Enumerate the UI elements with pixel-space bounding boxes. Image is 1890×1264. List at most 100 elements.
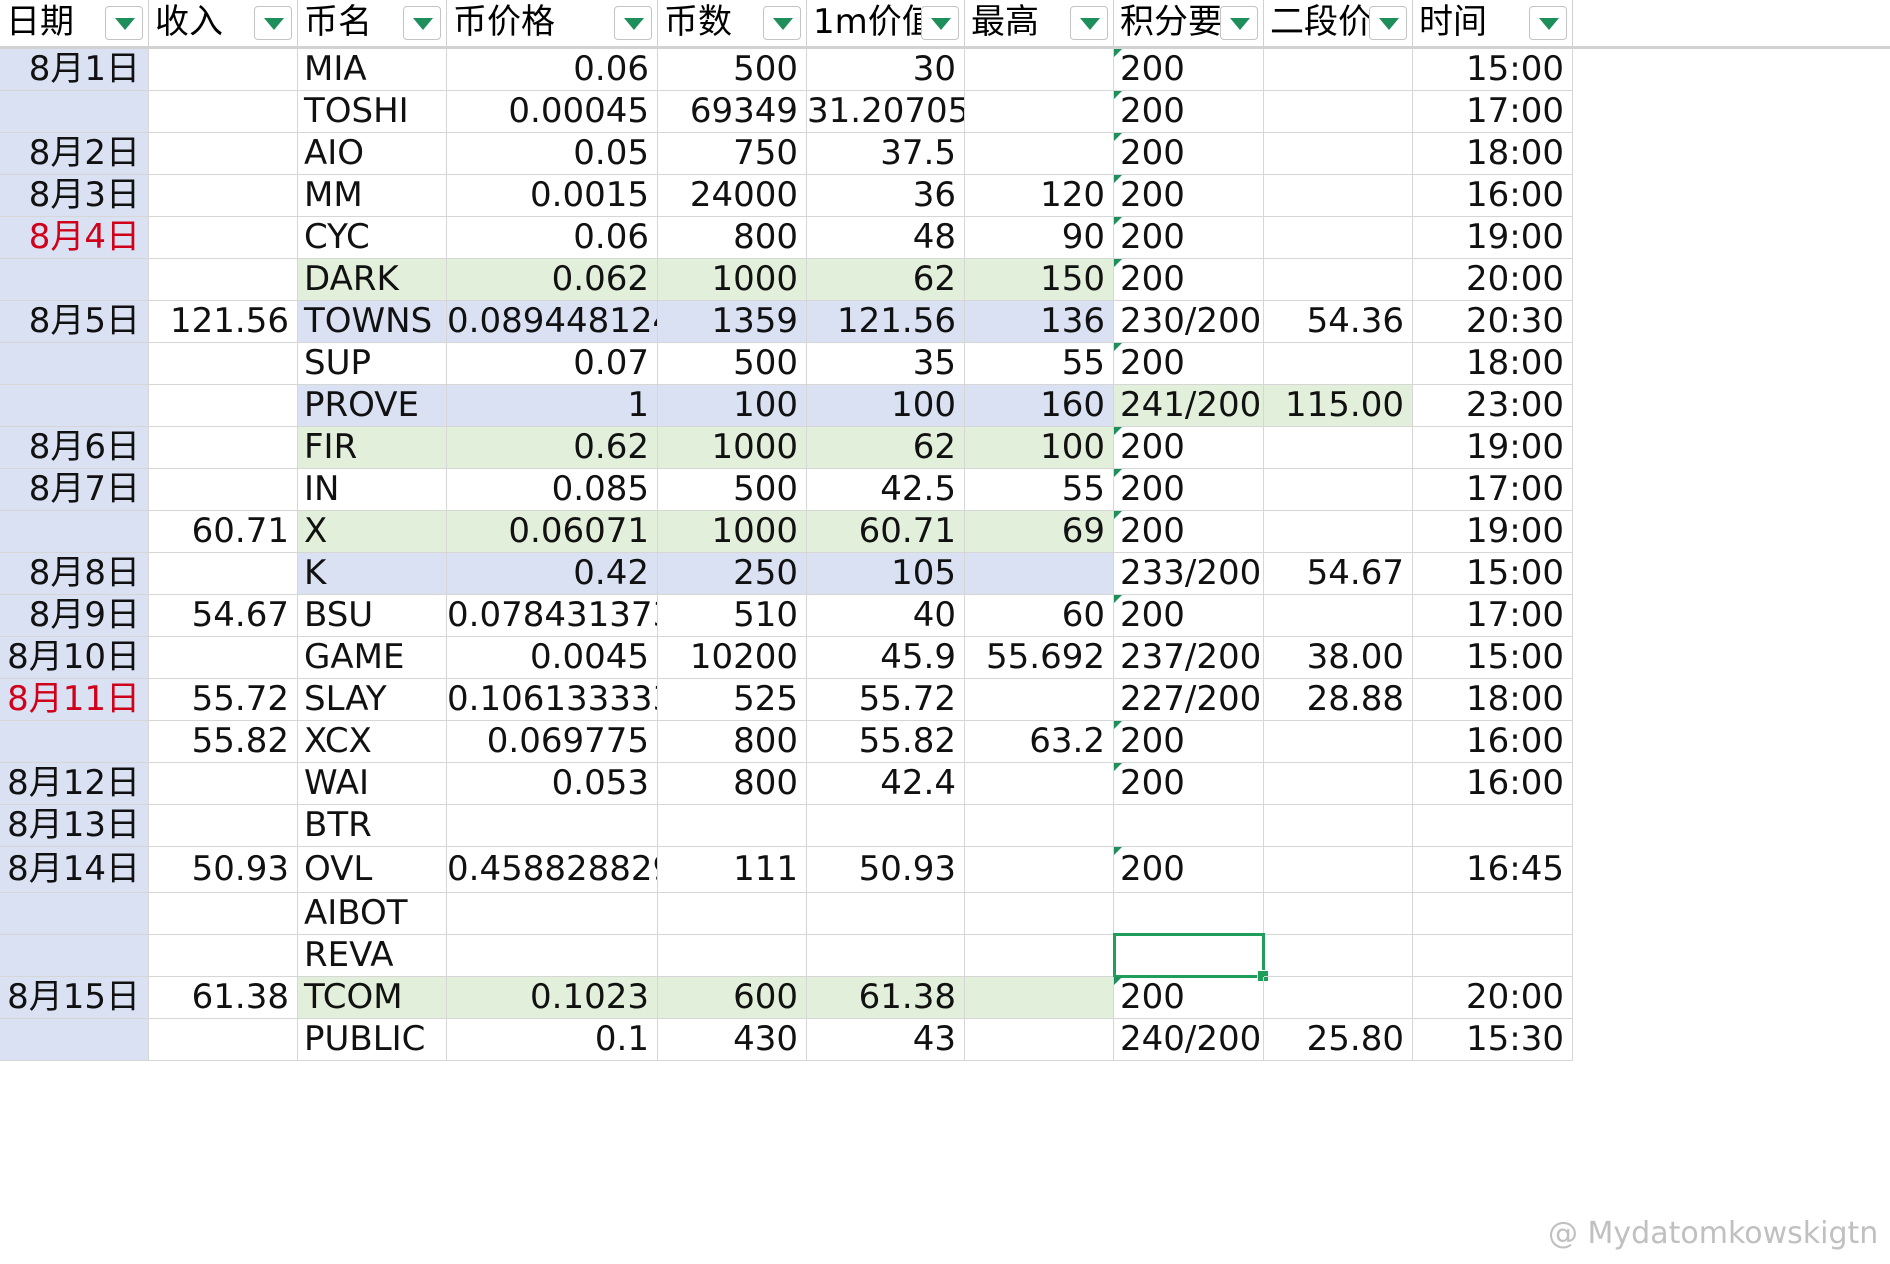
cell-stage2[interactable] bbox=[1264, 595, 1413, 637]
cell-high[interactable]: 69 bbox=[965, 511, 1114, 553]
cell-high[interactable]: 120 bbox=[965, 175, 1114, 217]
cell-high[interactable]: 136 bbox=[965, 301, 1114, 343]
cell-time[interactable]: 19:00 bbox=[1413, 217, 1573, 259]
cell-stage2[interactable] bbox=[1264, 133, 1413, 175]
cell-value-1m[interactable]: 62 bbox=[807, 427, 965, 469]
cell-high[interactable] bbox=[965, 1019, 1114, 1061]
cell-points[interactable]: 241/200 bbox=[1114, 385, 1264, 427]
cell-stage2[interactable] bbox=[1264, 805, 1413, 847]
cell-price[interactable]: 0.089448124 bbox=[447, 301, 658, 343]
cell-time[interactable]: 20:00 bbox=[1413, 259, 1573, 301]
cell-time[interactable]: 18:00 bbox=[1413, 343, 1573, 385]
cell-points[interactable]: 200 bbox=[1114, 763, 1264, 805]
cell-value-1m[interactable]: 43 bbox=[807, 1019, 965, 1061]
cell-income[interactable] bbox=[149, 91, 298, 133]
cell-points[interactable]: 227/200 bbox=[1114, 679, 1264, 721]
cell-income[interactable] bbox=[149, 175, 298, 217]
cell-income[interactable] bbox=[149, 49, 298, 91]
cell-stage2[interactable] bbox=[1264, 511, 1413, 553]
cell-date[interactable] bbox=[0, 1019, 149, 1061]
cell-qty[interactable]: 100 bbox=[658, 385, 807, 427]
cell-income[interactable] bbox=[149, 217, 298, 259]
cell-price[interactable]: 0.0045 bbox=[447, 637, 658, 679]
cell-qty[interactable]: 500 bbox=[658, 343, 807, 385]
cell-high[interactable]: 150 bbox=[965, 259, 1114, 301]
cell-income[interactable] bbox=[149, 553, 298, 595]
cell-value-1m[interactable] bbox=[807, 893, 965, 935]
cell-date[interactable] bbox=[0, 721, 149, 763]
cell-high[interactable] bbox=[965, 91, 1114, 133]
cell-value-1m[interactable]: 55.82 bbox=[807, 721, 965, 763]
cell-stage2[interactable]: 54.67 bbox=[1264, 553, 1413, 595]
cell-value-1m[interactable]: 30 bbox=[807, 49, 965, 91]
cell-high[interactable]: 55.692 bbox=[965, 637, 1114, 679]
cell-stage2[interactable] bbox=[1264, 259, 1413, 301]
cell-qty[interactable]: 250 bbox=[658, 553, 807, 595]
cell-qty[interactable]: 800 bbox=[658, 217, 807, 259]
cell-income[interactable] bbox=[149, 385, 298, 427]
cell-high[interactable] bbox=[965, 763, 1114, 805]
cell-price[interactable]: 0.42 bbox=[447, 553, 658, 595]
cell-qty[interactable]: 69349 bbox=[658, 91, 807, 133]
cell-price[interactable]: 0.62 bbox=[447, 427, 658, 469]
cell-high[interactable]: 160 bbox=[965, 385, 1114, 427]
cell-time[interactable]: 17:00 bbox=[1413, 91, 1573, 133]
cell-high[interactable] bbox=[965, 893, 1114, 935]
cell-price[interactable]: 0.069775 bbox=[447, 721, 658, 763]
cell-high[interactable] bbox=[965, 133, 1114, 175]
cell-price[interactable]: 0.078431373 bbox=[447, 595, 658, 637]
cell-income[interactable] bbox=[149, 259, 298, 301]
cell-stage2[interactable] bbox=[1264, 49, 1413, 91]
cell-points[interactable]: 200 bbox=[1114, 49, 1264, 91]
cell-price[interactable] bbox=[447, 805, 658, 847]
cell-price[interactable]: 0.0015 bbox=[447, 175, 658, 217]
cell-value-1m[interactable]: 37.5 bbox=[807, 133, 965, 175]
cell-qty[interactable]: 111 bbox=[658, 847, 807, 893]
cell-qty[interactable]: 800 bbox=[658, 721, 807, 763]
cell-coin[interactable]: REVA bbox=[298, 935, 447, 977]
cell-date[interactable]: 8月10日 bbox=[0, 637, 149, 679]
cell-date[interactable] bbox=[0, 385, 149, 427]
cell-points[interactable]: 200 bbox=[1114, 427, 1264, 469]
cell-date[interactable] bbox=[0, 343, 149, 385]
cell-time[interactable]: 15:00 bbox=[1413, 49, 1573, 91]
cell-income[interactable] bbox=[149, 763, 298, 805]
cell-price[interactable]: 0.1023 bbox=[447, 977, 658, 1019]
cell-value-1m[interactable]: 48 bbox=[807, 217, 965, 259]
cell-date[interactable]: 8月14日 bbox=[0, 847, 149, 893]
cell-time[interactable]: 15:00 bbox=[1413, 637, 1573, 679]
cell-date[interactable] bbox=[0, 893, 149, 935]
cell-value-1m[interactable]: 121.56 bbox=[807, 301, 965, 343]
cell-stage2[interactable] bbox=[1264, 469, 1413, 511]
cell-time[interactable]: 16:45 bbox=[1413, 847, 1573, 893]
cell-stage2[interactable] bbox=[1264, 893, 1413, 935]
cell-value-1m[interactable]: 42.4 bbox=[807, 763, 965, 805]
cell-income[interactable]: 55.72 bbox=[149, 679, 298, 721]
cell-coin[interactable]: MIA bbox=[298, 49, 447, 91]
cell-stage2[interactable] bbox=[1264, 91, 1413, 133]
filter-dropdown-icon[interactable] bbox=[921, 6, 959, 40]
cell-time[interactable]: 17:00 bbox=[1413, 469, 1573, 511]
cell-date[interactable]: 8月1日 bbox=[0, 49, 149, 91]
cell-coin[interactable]: K bbox=[298, 553, 447, 595]
cell-date[interactable]: 8月4日 bbox=[0, 217, 149, 259]
cell-price[interactable]: 0.06071 bbox=[447, 511, 658, 553]
cell-income[interactable] bbox=[149, 893, 298, 935]
cell-high[interactable] bbox=[965, 553, 1114, 595]
cell-qty[interactable]: 1000 bbox=[658, 259, 807, 301]
cell-high[interactable] bbox=[965, 977, 1114, 1019]
cell-income[interactable]: 54.67 bbox=[149, 595, 298, 637]
cell-high[interactable] bbox=[965, 49, 1114, 91]
cell-points[interactable]: 200 bbox=[1114, 511, 1264, 553]
cell-high[interactable] bbox=[965, 847, 1114, 893]
cell-high[interactable]: 90 bbox=[965, 217, 1114, 259]
cell-coin[interactable]: OVL bbox=[298, 847, 447, 893]
cell-time[interactable]: 20:30 bbox=[1413, 301, 1573, 343]
cell-time[interactable]: 15:30 bbox=[1413, 1019, 1573, 1061]
cell-stage2[interactable]: 25.80 bbox=[1264, 1019, 1413, 1061]
filter-dropdown-icon[interactable] bbox=[1070, 6, 1108, 40]
cell-coin[interactable]: TOSHI bbox=[298, 91, 447, 133]
cell-stage2[interactable]: 38.00 bbox=[1264, 637, 1413, 679]
cell-points[interactable]: 240/200 bbox=[1114, 1019, 1264, 1061]
cell-income[interactable] bbox=[149, 805, 298, 847]
